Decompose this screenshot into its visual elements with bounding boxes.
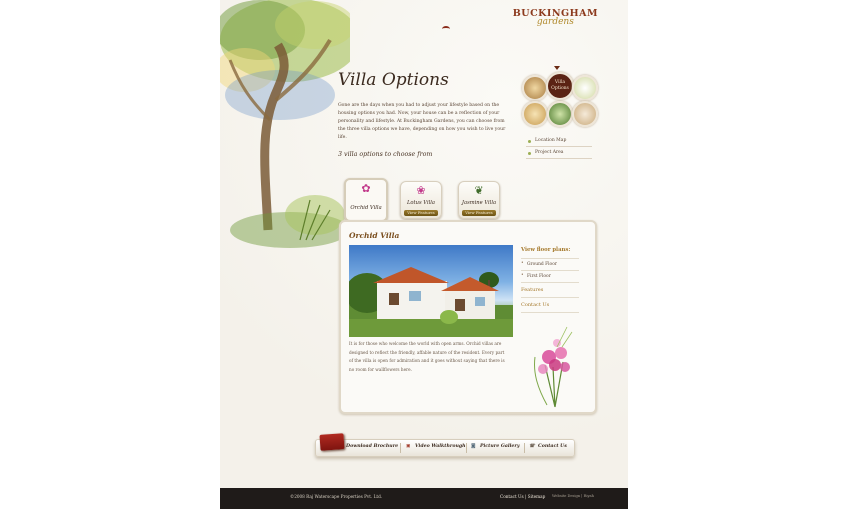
video-walkthrough-link[interactable]: Video Walkthrough bbox=[415, 444, 466, 449]
contact-us-bar-link[interactable]: Contact Us bbox=[538, 444, 567, 449]
villa-options-subhead: 3 villa options to choose from bbox=[338, 151, 433, 158]
side-links: Location Map Project Area bbox=[526, 135, 592, 159]
camera-icon: ◙ bbox=[471, 444, 476, 449]
nav-circle-villa-options[interactable]: Villa Options bbox=[546, 72, 574, 100]
tab-label: Orchid Villa bbox=[350, 205, 382, 211]
phone-icon: ☏ bbox=[529, 444, 535, 449]
nav-circle-6[interactable] bbox=[572, 101, 598, 127]
orchid-bouquet-illustration bbox=[534, 326, 573, 408]
divider bbox=[466, 443, 467, 453]
tab-jasmine-villa[interactable]: ❦ Jasmine Villa View Features bbox=[458, 181, 500, 219]
page: BUCKINGHAM gardens Villa Options Gone ar… bbox=[220, 0, 628, 509]
nav-circle-5[interactable] bbox=[547, 101, 573, 127]
divider bbox=[400, 443, 401, 453]
view-features-button[interactable]: View Features bbox=[462, 210, 496, 216]
bird-icon bbox=[442, 26, 450, 32]
page-title: Villa Options bbox=[338, 70, 449, 90]
brand-logo[interactable]: BUCKINGHAM gardens bbox=[513, 8, 598, 27]
brochure-icon bbox=[319, 433, 345, 451]
footer-sitemap-link[interactable]: Sitemap bbox=[528, 494, 546, 499]
orchid-flower-icon: ✿ bbox=[361, 182, 371, 195]
video-icon: ▣ bbox=[406, 444, 411, 449]
panel-title: Orchid Villa bbox=[349, 231, 400, 240]
copyright-text: ©2008 Raj Waterscape Properties Pvt. Ltd… bbox=[290, 494, 383, 499]
nav-circle-4[interactable] bbox=[522, 101, 548, 127]
divider bbox=[524, 443, 525, 453]
contact-us-link[interactable]: Contact Us bbox=[521, 298, 579, 313]
floor-plan-ground[interactable]: Ground Floor bbox=[521, 259, 579, 271]
floor-plans-column: View floor plans: Ground Floor First Flo… bbox=[521, 246, 579, 313]
design-credit[interactable]: Website Design | Riyah bbox=[552, 494, 594, 498]
jasmine-leaf-icon: ❦ bbox=[474, 184, 484, 197]
active-indicator-arrow bbox=[554, 66, 560, 70]
features-link[interactable]: Features bbox=[521, 283, 579, 298]
nav-circle-1[interactable] bbox=[522, 75, 548, 101]
download-brochure-link[interactable]: Download Brochure bbox=[346, 444, 398, 449]
nav-circle-label: Villa Options bbox=[551, 80, 569, 91]
tree-illustration bbox=[220, 0, 350, 248]
villa-photo bbox=[349, 245, 513, 337]
nav-circle-3[interactable] bbox=[572, 75, 598, 101]
intro-text: Gone are the days when you had to adjust… bbox=[338, 103, 506, 140]
tab-label: Lotus Villa bbox=[406, 200, 436, 206]
quick-links-bar: Download Brochure ▣ Video Walkthrough ◙ … bbox=[315, 439, 575, 457]
footer-links: Contact Us | Sitemap bbox=[500, 494, 545, 499]
side-link-project-area[interactable]: Project Area bbox=[526, 147, 592, 159]
lotus-flower-icon: ❀ bbox=[416, 184, 426, 197]
floor-plans-heading: View floor plans: bbox=[521, 246, 579, 259]
villa-description: It is for those who welcome the world wi… bbox=[349, 341, 505, 372]
villa-detail-panel: Orchid Villa It is for those who welcome… bbox=[339, 220, 597, 414]
view-features-button[interactable]: View Features bbox=[404, 210, 438, 216]
tab-lotus-villa[interactable]: ❀ Lotus Villa View Features bbox=[400, 181, 442, 219]
side-link-location-map[interactable]: Location Map bbox=[526, 135, 592, 147]
floor-plan-first[interactable]: First Floor bbox=[521, 271, 579, 283]
footer-contact-link[interactable]: Contact Us bbox=[500, 494, 524, 499]
footer: ©2008 Raj Waterscape Properties Pvt. Ltd… bbox=[220, 488, 628, 509]
tab-label: Jasmine Villa bbox=[461, 200, 497, 206]
picture-gallery-link[interactable]: Picture Gallery bbox=[480, 444, 520, 449]
tab-orchid-villa[interactable]: ✿ Orchid Villa bbox=[344, 178, 388, 222]
